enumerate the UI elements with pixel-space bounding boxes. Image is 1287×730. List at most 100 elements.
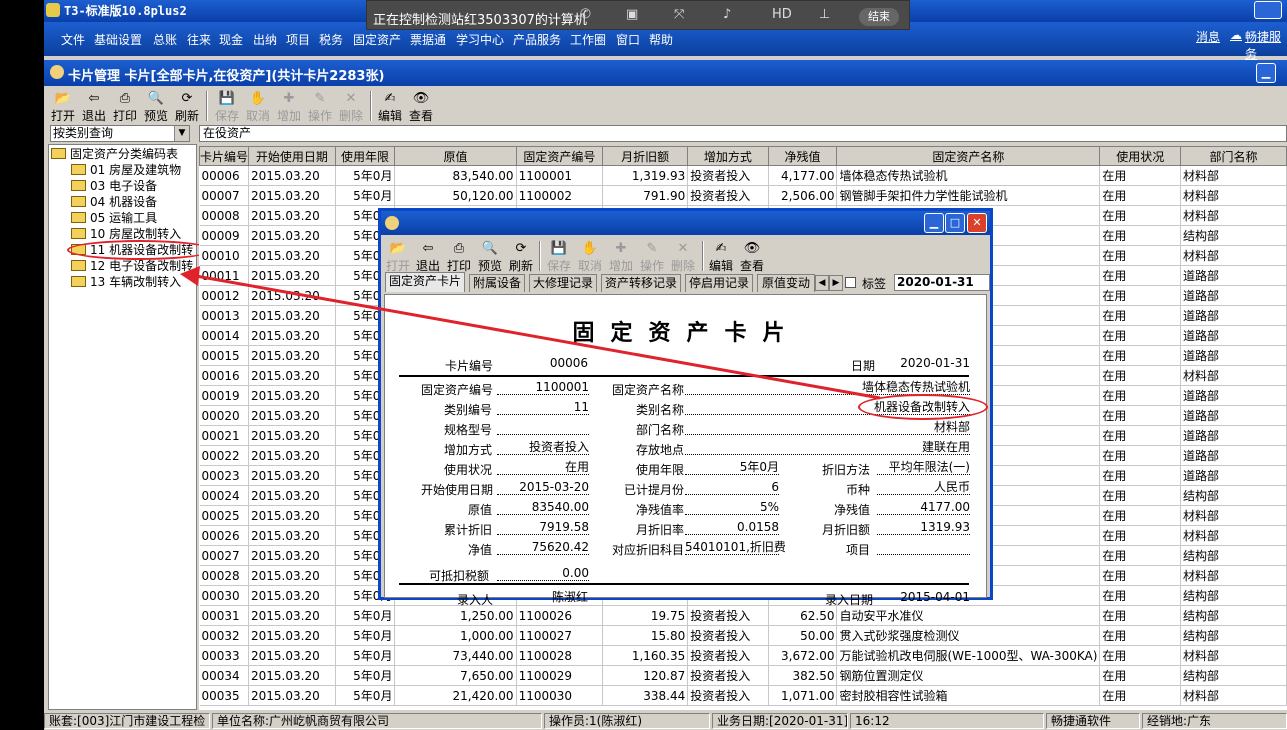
column-header[interactable]: 原值 — [394, 146, 517, 166]
column-header[interactable]: 固定资产名称 — [836, 146, 1101, 166]
column-header[interactable]: 增加方式 — [687, 146, 769, 166]
pin-icon[interactable]: ⊥ — [819, 7, 830, 22]
tree-root[interactable]: 固定资产分类编码表 — [51, 147, 178, 162]
card-close-button[interactable]: ✕ — [967, 213, 987, 233]
table-row[interactable]: 00033 2015.03.20 5年0月 73,440.00 1100028 1,160… — [199, 645, 1287, 666]
menu-products[interactable]: 产品服务 — [513, 31, 561, 48]
card-toolbar-print-button[interactable]: ⎙ 打印 — [444, 241, 474, 274]
toolbar-operate-button[interactable]: ✎ 操作 — [305, 91, 335, 124]
card-toolbar-save-button[interactable]: 💾 保存 — [544, 241, 574, 274]
accum-dep-label: 累计折旧 — [444, 523, 493, 537]
tag-checkbox[interactable] — [845, 277, 856, 288]
table-row[interactable]: 00031 2015.03.20 5年0月 1,250.00 1100026 19.75 投… — [199, 605, 1287, 626]
table-row[interactable]: 00035 2015.03.20 5年0月 21,420.00 1100030 338.4… — [199, 685, 1287, 706]
toolbar-print-button[interactable]: ⎙ 打印 — [110, 91, 140, 124]
column-header[interactable]: 使用年限 — [334, 146, 396, 166]
query-mode-select[interactable]: 按类别查询 ▼ — [50, 125, 190, 142]
annotation-ring — [67, 240, 213, 260]
card-toolbar-cancel-button[interactable]: ✋ 取消 — [575, 241, 605, 274]
table-row[interactable]: 00007 2015.03.20 5年0月 50,120.00 1100002 791.9… — [199, 185, 1287, 206]
currency-label: 币种 — [846, 483, 871, 497]
toolbar-edit-button[interactable]: ✍ 编辑 — [375, 91, 405, 124]
toolbar-delete-button[interactable]: ✕ 删除 — [336, 91, 366, 124]
screen-icon[interactable]: ▣ — [626, 7, 638, 22]
column-header[interactable]: 卡片编号 — [199, 146, 250, 166]
tab-transfer[interactable]: 资产转移记录 — [601, 274, 681, 292]
toolbar-save-button[interactable]: 💾 保存 — [212, 91, 242, 124]
chevron-right-icon[interactable]: ▶ — [829, 275, 843, 291]
menu-service[interactable]: 畅捷服务 — [1245, 28, 1287, 62]
toolbar-add-button[interactable]: ✚ 增加 — [274, 91, 304, 124]
tab-overhaul[interactable]: 大修理记录 — [529, 274, 597, 292]
tab-value-change[interactable]: 原值变动 — [757, 274, 815, 292]
card-toolbar-view-button[interactable]: 👁 查看 — [737, 241, 767, 274]
tree-item[interactable]: 05 运输工具 — [71, 211, 157, 226]
menu-file[interactable]: 文件 — [61, 31, 85, 48]
column-header[interactable]: 净残值 — [767, 146, 838, 166]
chevron-left-icon[interactable]: ◀ — [815, 275, 829, 291]
card-minimize-button[interactable]: ▁ — [924, 213, 944, 233]
card-toolbar-open-button[interactable]: 📂 打开 — [383, 241, 413, 274]
table-row[interactable]: 00032 2015.03.20 5年0月 1,000.00 1100027 15.80 投… — [199, 625, 1287, 646]
column-header[interactable]: 月折旧额 — [602, 146, 689, 166]
menu-messages[interactable]: 消息 — [1196, 28, 1220, 45]
menu-accounts[interactable]: 往来 — [187, 31, 211, 48]
card-maximize-button[interactable]: □ — [945, 213, 965, 233]
phone-icon[interactable]: ✆ — [580, 7, 591, 22]
menu-ledger[interactable]: 总账 — [153, 31, 177, 48]
card-toolbar-exit-button[interactable]: ⇦ 退出 — [413, 241, 443, 274]
fullscreen-icon[interactable]: ⤧ — [674, 7, 684, 22]
tree-item[interactable]: 01 房屋及建筑物 — [71, 163, 181, 178]
toolbar-exit-button[interactable]: ⇦ 退出 — [79, 91, 109, 124]
column-header[interactable]: 使用状况 — [1099, 146, 1182, 166]
toolbar-refresh-button[interactable]: ⟳ 刷新 — [172, 91, 202, 124]
menu-project[interactable]: 项目 — [286, 31, 310, 48]
table-cell: 2015.03.20 — [248, 525, 336, 546]
menu-basic-settings[interactable]: 基础设置 — [94, 31, 142, 48]
category-no-label: 类别编号 — [444, 403, 493, 417]
minimize-button[interactable] — [1254, 1, 1282, 19]
tree-item[interactable]: 12 电子设备改制转 — [71, 259, 193, 274]
table-row[interactable]: 00034 2015.03.20 5年0月 7,650.00 1100029 120.87… — [199, 665, 1287, 686]
hd-icon[interactable]: HD — [772, 7, 792, 22]
card-date-field[interactable]: 2020-01-31 — [894, 274, 990, 291]
card-toolbar-preview-button[interactable]: 🔍 预览 — [475, 241, 505, 274]
menu-workcircle[interactable]: 工作圈 — [570, 31, 606, 48]
tab-asset-card[interactable]: 固定资产卡片 — [385, 272, 465, 292]
toolbar-view-button[interactable]: 👁 查看 — [406, 91, 436, 124]
column-header[interactable]: 部门名称 — [1180, 146, 1287, 166]
table-cell: 83,540.00 — [394, 165, 517, 186]
toolbar-cancel-button[interactable]: ✋ 取消 — [243, 91, 273, 124]
menu-learning[interactable]: 学习中心 — [456, 31, 504, 48]
tree-item[interactable]: 04 机器设备 — [71, 195, 157, 210]
menu-window[interactable]: 窗口 — [616, 31, 640, 48]
toolbar-preview-button[interactable]: 🔍 预览 — [141, 91, 171, 124]
column-header[interactable]: 固定资产编号 — [515, 146, 604, 166]
tree-item[interactable]: 13 车辆改制转入 — [71, 275, 181, 290]
chevron-down-icon[interactable]: ▼ — [174, 126, 189, 141]
table-cell: 投资者投入 — [687, 605, 769, 626]
column-header[interactable]: 开始使用日期 — [248, 146, 336, 166]
toolbar-label: 操作 — [307, 109, 332, 123]
toolbar-open-button[interactable]: 📂 打开 — [48, 91, 78, 124]
card-toolbar-delete-button[interactable]: ✕ 删除 — [668, 241, 698, 274]
volume-icon[interactable]: ♪ — [723, 7, 731, 22]
service-icon[interactable]: ☁ — [1230, 28, 1242, 42]
menu-cash[interactable]: 现金 — [219, 31, 243, 48]
menu-tax[interactable]: 税务 — [319, 31, 343, 48]
menu-bills[interactable]: 票据通 — [410, 31, 446, 48]
card-toolbar-add-button[interactable]: ✚ 增加 — [606, 241, 636, 274]
menu-fixed-assets[interactable]: 固定资产 — [353, 31, 401, 48]
card-toolbar-refresh-button[interactable]: ⟳ 刷新 — [506, 241, 536, 274]
tree-item[interactable]: 03 电子设备 — [71, 179, 157, 194]
card-toolbar-operate-button[interactable]: ✎ 操作 — [637, 241, 667, 274]
tab-accessories[interactable]: 附属设备 — [469, 274, 525, 292]
end-control-button[interactable]: 结束 — [859, 8, 899, 26]
tab-start-stop[interactable]: 停启用记录 — [685, 274, 753, 292]
menu-cashier[interactable]: 出纳 — [253, 31, 277, 48]
table-cell: 材料部 — [1180, 525, 1287, 546]
doc-minimize-button[interactable]: ▁ — [1256, 63, 1276, 83]
menu-help[interactable]: 帮助 — [649, 31, 673, 48]
table-row[interactable]: 00006 2015.03.20 5年0月 83,540.00 1100001 1,319… — [199, 165, 1287, 186]
card-toolbar-edit-button[interactable]: ✍ 编辑 — [706, 241, 736, 274]
